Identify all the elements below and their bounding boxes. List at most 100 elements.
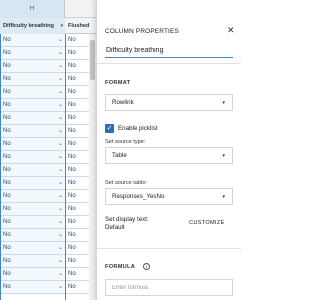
picklist-cell[interactable]: No ⌄ [0,99,66,111]
picklist-cell[interactable]: No ⌄ [0,281,66,293]
column-sort-icon: ▾ [60,23,63,29]
enable-picklist-label[interactable]: Enable picklist [118,124,158,134]
chevron-down-icon[interactable]: ⌄ [58,34,63,46]
picklist-cell[interactable]: No ⌄ [0,164,66,176]
cell-value: No [3,232,11,238]
column-header-label: Flushed [68,23,90,29]
chevron-down-icon[interactable]: ⌄ [58,86,63,98]
table-row: No ⌄ No [0,255,96,268]
chevron-down-icon[interactable]: ⌄ [58,47,63,59]
chevron-down-icon[interactable]: ⌄ [58,73,63,85]
cell-value: No [3,89,11,95]
format-select[interactable]: Rowlink ▼ [105,94,233,111]
chevron-down-icon[interactable]: ⌄ [58,60,63,72]
source-type-select[interactable]: Table ▼ [105,147,233,164]
grid-rows: No ⌄ No No ⌄ No No ⌄ No No ⌄ No No ⌄ No No ⌄ No No ⌄ No No ⌄ No… [0,34,96,294]
cell-value: No [3,154,11,160]
picklist-cell[interactable]: No ⌄ [0,47,66,59]
table-row: No ⌄ No [0,125,96,138]
customize-button[interactable]: CUSTOMIZE [189,220,225,226]
close-icon[interactable]: ✕ [227,25,235,35]
scrollbar-thumb[interactable] [90,40,95,80]
info-icon[interactable]: i [143,263,150,270]
picklist-cell[interactable]: No ⌄ [0,86,66,98]
column-properties-panel: COLUMN PROPERTIES ✕ FORMAT Rowlink ▼ ✓ E… [96,0,241,300]
picklist-cell[interactable]: No ⌄ [0,190,66,202]
column-letter-h[interactable]: H [0,0,65,18]
chevron-down-icon[interactable]: ⌄ [58,281,63,293]
picklist-cell[interactable]: No ⌄ [0,229,66,241]
column-name-input[interactable] [105,44,233,58]
chevron-down-icon[interactable]: ⌄ [58,164,63,176]
table-row: No ⌄ No [0,86,96,99]
picklist-cell[interactable]: No ⌄ [0,255,66,267]
chevron-down-icon[interactable]: ⌄ [58,177,63,189]
cell-value: No [68,167,76,173]
picklist-cell[interactable]: No ⌄ [0,216,66,228]
cell-value: No [68,115,76,121]
spreadsheet-grid: H Difficulty breathing ▾ Flushed No ⌄ No No… [0,0,96,300]
caret-down-icon: ▼ [221,194,226,199]
chevron-down-icon[interactable]: ⌄ [58,216,63,228]
chevron-down-icon[interactable]: ⌄ [58,203,63,215]
table-row: No ⌄ No [0,229,96,242]
cell-value: No [3,141,11,147]
picklist-cell[interactable]: No ⌄ [0,203,66,215]
table-row: No ⌄ No [0,268,96,281]
column-header-difficulty-breathing[interactable]: Difficulty breathing ▾ [0,18,65,34]
cell-value: No [68,76,76,82]
chevron-down-icon[interactable]: ⌄ [58,268,63,280]
formula-input[interactable] [105,279,233,296]
cell-value: No [68,206,76,212]
cell-value: No [3,50,11,56]
cell-value: No [68,193,76,199]
picklist-cell[interactable]: No ⌄ [0,60,66,72]
table-row: No ⌄ No [0,112,96,125]
panel-header: COLUMN PROPERTIES ✕ [97,0,241,64]
chevron-down-icon[interactable]: ⌄ [58,112,63,124]
picklist-cell[interactable]: No ⌄ [0,177,66,189]
enable-picklist-checkbox[interactable]: ✓ [105,124,114,133]
table-row: No ⌄ No [0,177,96,190]
vertical-scrollbar[interactable] [89,34,96,300]
source-type-value: Table [112,152,127,159]
display-text-value: Default [105,224,125,231]
table-row: No ⌄ No [0,99,96,112]
chevron-down-icon[interactable]: ⌄ [58,190,63,202]
chevron-down-icon[interactable]: ⌄ [58,138,63,150]
cell-value: No [3,102,11,108]
picklist-cell[interactable]: No ⌄ [0,151,66,163]
cell-value: No [68,50,76,56]
panel-title: COLUMN PROPERTIES [105,28,179,35]
chevron-down-icon[interactable]: ⌄ [58,229,63,241]
picklist-cell[interactable]: No ⌄ [0,34,66,46]
table-row: No ⌄ No [0,34,96,47]
chevron-down-icon[interactable]: ⌄ [58,255,63,267]
picklist-cell[interactable]: No ⌄ [0,242,66,254]
cell-value: No [3,193,11,199]
chevron-down-icon[interactable]: ⌄ [58,151,63,163]
chevron-down-icon[interactable]: ⌄ [58,242,63,254]
cell-value: No [3,128,11,134]
picklist-cell[interactable]: No ⌄ [0,138,66,150]
chevron-down-icon[interactable]: ⌄ [58,125,63,137]
cell-value: No [68,141,76,147]
cell-value: No [3,219,11,225]
cell-value: No [3,180,11,186]
table-row: No ⌄ No [0,73,96,86]
picklist-cell[interactable]: No ⌄ [0,125,66,137]
cell-value: No [3,271,11,277]
source-table-select[interactable]: Responses_YesNo ▼ [105,188,233,205]
table-row: No ⌄ No [0,151,96,164]
cell-value: No [68,219,76,225]
cell-value: No [3,167,11,173]
format-select-value: Rowlink [112,99,134,106]
formula-section-title: FORMULA [105,264,136,270]
picklist-cell[interactable]: No ⌄ [0,268,66,280]
cell-value: No [3,76,11,82]
column-header-flushed[interactable]: Flushed [66,18,96,34]
chevron-down-icon[interactable]: ⌄ [58,99,63,111]
picklist-cell[interactable]: No ⌄ [0,112,66,124]
column-letter-i[interactable] [66,0,96,18]
picklist-cell[interactable]: No ⌄ [0,73,66,85]
